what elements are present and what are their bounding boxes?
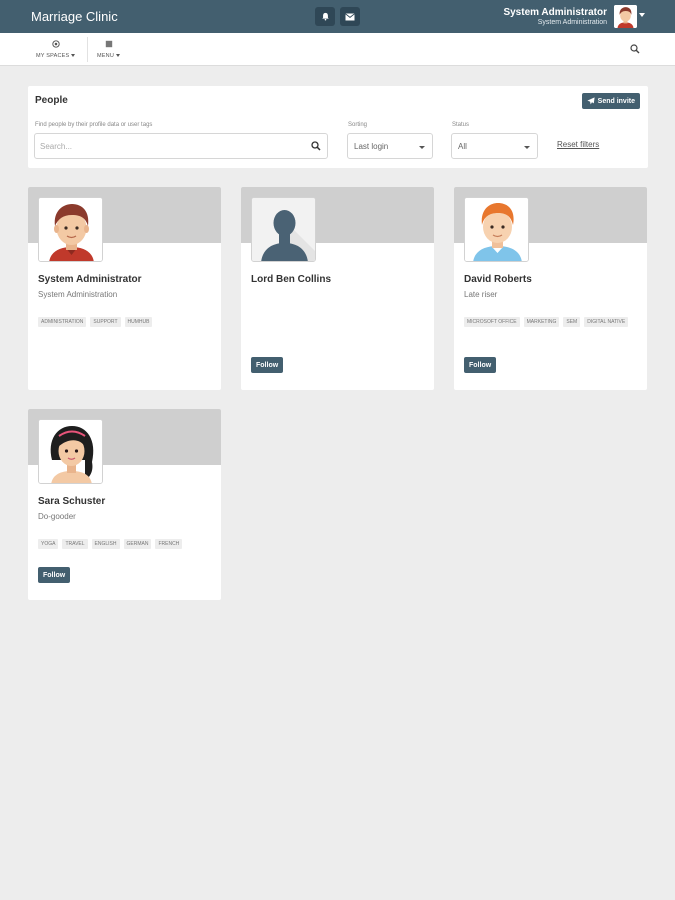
user-name[interactable]: System Administrator: [503, 7, 607, 18]
avatar[interactable]: [464, 197, 529, 262]
paper-plane-icon: [587, 97, 595, 105]
chevron-down-icon: [524, 146, 530, 149]
person-card: Sara Schuster Do-gooder Yoga Travel Engl…: [28, 409, 221, 600]
app-title[interactable]: Marriage Clinic: [31, 9, 118, 24]
person-card: System Administrator System Administrati…: [28, 187, 221, 390]
sorting-select[interactable]: Last login: [347, 133, 433, 159]
person-title: Late riser: [464, 290, 498, 299]
tag-list: Administration Support HumHub: [38, 317, 213, 327]
person-card: David Roberts Late riser Microsoft Offic…: [454, 187, 647, 390]
search-label: Find people by their profile data or use…: [35, 122, 153, 128]
person-title: System Administration: [38, 290, 118, 299]
avatar[interactable]: [251, 197, 316, 262]
search-input[interactable]: [40, 134, 300, 158]
spaces-icon: [52, 40, 60, 48]
user-tag[interactable]: German: [123, 539, 152, 549]
user-tag[interactable]: Yoga: [38, 539, 59, 549]
user-subtitle: System Administration: [537, 19, 607, 26]
follow-button[interactable]: Follow: [464, 357, 497, 373]
search-icon[interactable]: [630, 44, 640, 54]
avatar[interactable]: [38, 197, 103, 262]
reset-filters-link[interactable]: Reset filters: [557, 140, 599, 149]
avatar[interactable]: [38, 419, 103, 484]
status-label: Status: [452, 122, 470, 128]
people-search-field[interactable]: [34, 133, 328, 159]
nav-menu[interactable]: MENU: [97, 33, 120, 66]
user-tag[interactable]: HumHub: [124, 317, 153, 327]
follow-button[interactable]: Follow: [38, 567, 71, 583]
person-name[interactable]: System Administrator: [38, 274, 142, 285]
sorting-value: Last login: [354, 142, 389, 151]
search-icon[interactable]: [311, 141, 321, 151]
envelope-icon: [345, 12, 355, 20]
user-tag[interactable]: Microsoft Office: [464, 317, 520, 327]
top-bar: Marriage Clinic System Administrator Sys…: [0, 0, 675, 33]
sub-navigation: MY SPACES MENU: [0, 33, 675, 66]
tag-list: Yoga Travel English German French: [38, 539, 213, 549]
status-select[interactable]: All: [451, 133, 538, 159]
messages-button[interactable]: [340, 7, 360, 26]
nav-menu-label: MENU: [97, 53, 120, 59]
person-name[interactable]: Lord Ben Collins: [251, 274, 331, 285]
send-invite-label: Send invite: [597, 97, 635, 105]
person-name[interactable]: David Roberts: [464, 274, 532, 285]
follow-button[interactable]: Follow: [251, 357, 284, 373]
status-value: All: [458, 142, 467, 151]
tag-list: Microsoft Office Marketing SEM Digital N…: [464, 317, 639, 327]
menu-grid-icon: [105, 40, 112, 48]
sorting-label: Sorting: [348, 122, 368, 128]
person-name[interactable]: Sara Schuster: [38, 496, 105, 507]
page-title: People: [35, 95, 68, 106]
chevron-down-icon: [419, 146, 425, 149]
bell-icon: [321, 12, 329, 21]
nav-my-spaces-label: MY SPACES: [36, 53, 75, 59]
person-title: Do-gooder: [38, 512, 76, 521]
user-avatar[interactable]: [614, 5, 637, 28]
user-tag[interactable]: Digital Native: [584, 317, 629, 327]
notifications-button[interactable]: [315, 7, 335, 26]
user-tag[interactable]: English: [91, 539, 120, 549]
user-tag[interactable]: SEM: [563, 317, 581, 327]
nav-my-spaces[interactable]: MY SPACES: [36, 33, 75, 66]
user-menu-caret-icon[interactable]: [639, 13, 645, 17]
people-filter-panel: People Send invite Find people by their …: [28, 86, 648, 168]
send-invite-button[interactable]: Send invite: [581, 93, 640, 109]
user-tag[interactable]: Administration: [38, 317, 87, 327]
user-tag[interactable]: Support: [90, 317, 121, 327]
user-tag[interactable]: Marketing: [523, 317, 560, 327]
person-card: Lord Ben Collins Follow: [241, 187, 434, 390]
user-tag[interactable]: Travel: [62, 539, 88, 549]
nav-divider: [87, 37, 88, 62]
user-tag[interactable]: French: [155, 539, 183, 549]
